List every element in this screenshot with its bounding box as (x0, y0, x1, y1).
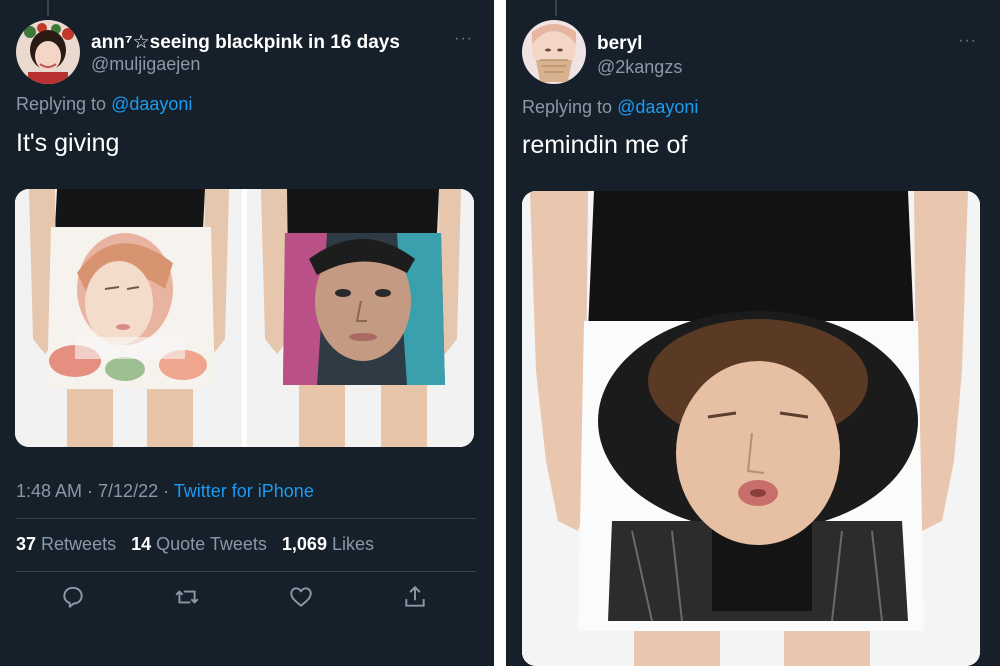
share-icon[interactable] (402, 584, 428, 610)
retweets-label: Retweets (41, 534, 117, 554)
retweets-stat[interactable]: 37 Retweets (16, 534, 116, 554)
likes-stat[interactable]: 1,069 Likes (282, 534, 374, 554)
likes-label: Likes (331, 534, 374, 554)
source-link[interactable]: Twitter for iPhone (174, 481, 314, 501)
like-icon[interactable] (288, 584, 314, 610)
quotes-label: Quote Tweets (156, 534, 267, 554)
thread-line (47, 0, 49, 16)
display-name[interactable]: beryl (597, 33, 642, 55)
handle[interactable]: @2kangzs (597, 57, 682, 78)
avatar[interactable] (16, 20, 80, 84)
thread-line (555, 0, 557, 16)
replying-prefix: Replying to (522, 97, 613, 117)
tweet-media[interactable] (15, 189, 474, 447)
likes-count: 1,069 (281, 534, 327, 554)
replying-prefix: Replying to (16, 94, 107, 114)
media-image[interactable] (522, 191, 980, 666)
tweet-text: remindin me of (522, 131, 688, 159)
avatar[interactable] (522, 20, 586, 84)
tweet-media[interactable] (522, 191, 980, 666)
quotes-count: 14 (131, 534, 152, 554)
more-options-icon[interactable]: ··· (958, 32, 977, 50)
timestamp[interactable]: 1:48 AM · 7/12/22 · (16, 481, 174, 501)
retweets-count: 37 (16, 534, 37, 554)
handle[interactable]: @muljigaejen (91, 54, 200, 75)
display-name[interactable]: ann⁷☆seeing blackpink in 16 days (91, 31, 400, 54)
more-options-icon[interactable]: ··· (454, 30, 473, 48)
media-image-2[interactable] (247, 189, 474, 447)
divider (16, 518, 476, 519)
quotes-stat[interactable]: 14 Quote Tweets (131, 534, 267, 554)
tweet-panel-right: beryl @2kangzs ··· Replying to @daayoni … (506, 0, 1000, 666)
mention-link[interactable]: @daayoni (111, 94, 192, 114)
retweet-icon[interactable] (174, 584, 200, 610)
replying-to: Replying to @daayoni (16, 94, 192, 115)
tweet-meta: 1:48 AM · 7/12/22 · Twitter for iPhone (16, 481, 314, 502)
replying-to: Replying to @daayoni (522, 97, 698, 118)
media-image-1[interactable] (15, 189, 242, 447)
engagement-stats: 37 Retweets 14 Quote Tweets 1,069 Likes (16, 534, 374, 555)
tweet-text: It's giving (16, 129, 120, 157)
divider (16, 571, 476, 572)
tweet-panel-left: ann⁷☆seeing blackpink in 16 days @muljig… (0, 0, 494, 666)
mention-link[interactable]: @daayoni (617, 97, 698, 117)
reply-icon[interactable] (60, 584, 86, 610)
